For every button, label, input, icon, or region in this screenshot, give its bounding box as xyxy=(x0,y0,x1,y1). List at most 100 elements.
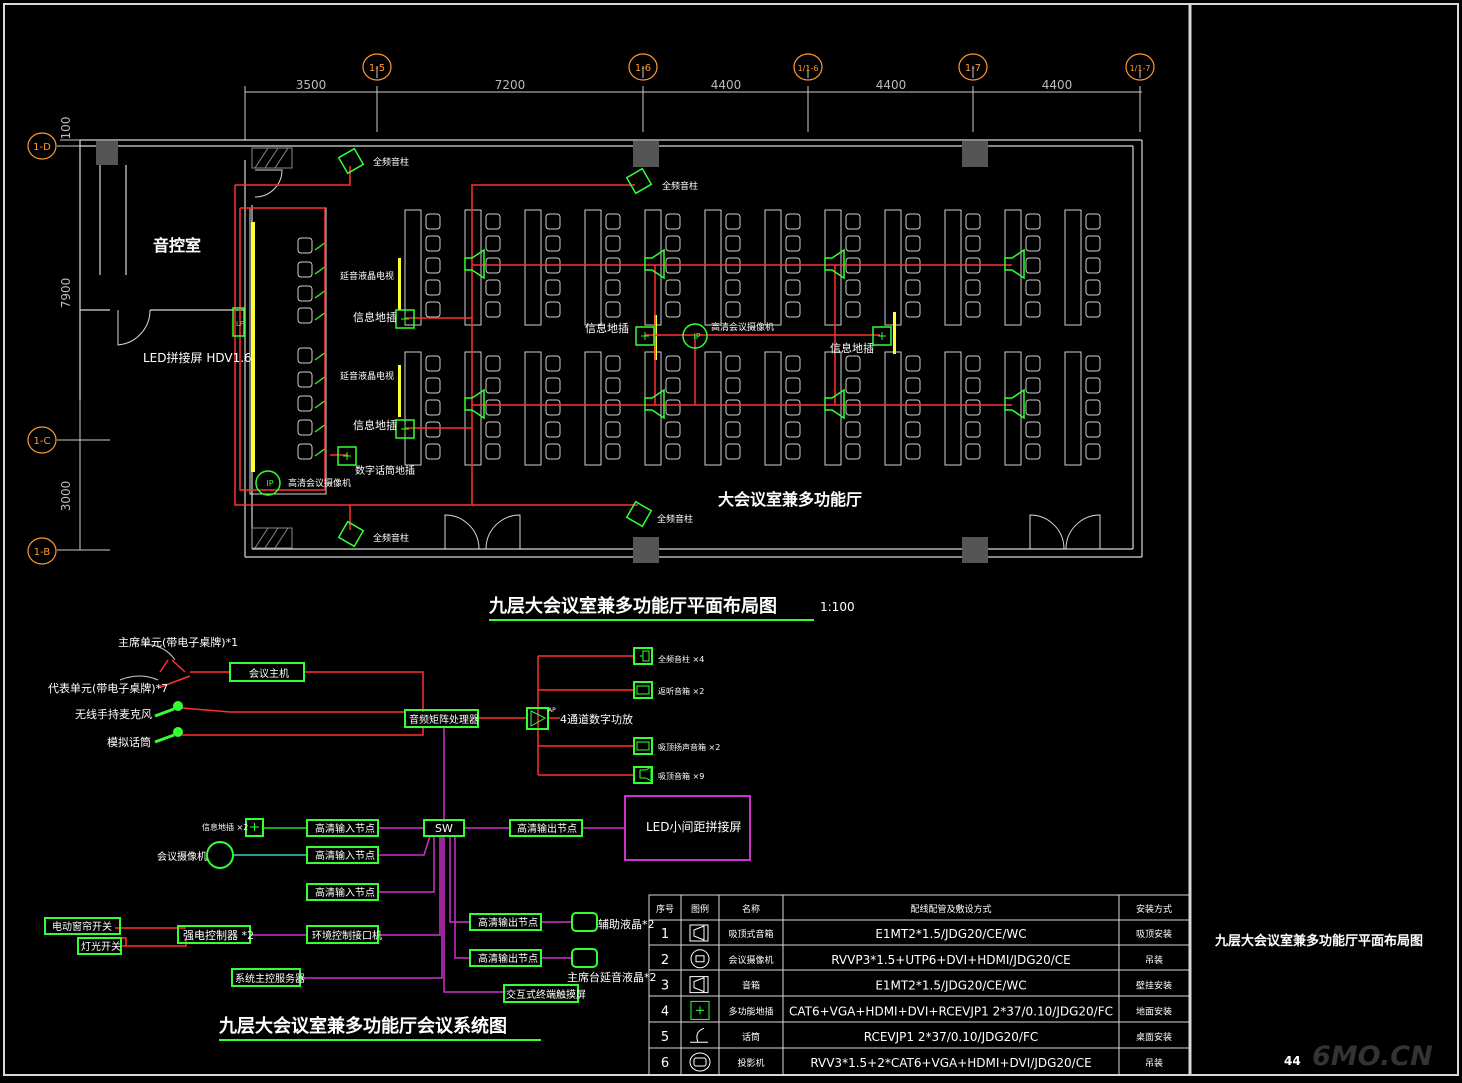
legend-install: 吸顶安装 xyxy=(1136,928,1172,940)
chair xyxy=(905,235,921,252)
chair xyxy=(605,355,621,372)
chair xyxy=(605,279,621,296)
chair xyxy=(425,301,441,318)
chair xyxy=(965,279,981,296)
chair xyxy=(845,279,861,296)
chair xyxy=(425,399,441,416)
chair xyxy=(965,213,981,230)
chair xyxy=(605,443,621,460)
left-dimension-texts: 100 7900 3000 xyxy=(59,117,73,512)
desk-array xyxy=(404,209,1101,466)
legend-spec: RVVP3*1.5+UTP6+DVI+HDMI/JDG20/CE xyxy=(831,953,1071,967)
desk xyxy=(1064,209,1082,326)
legend-spec: E1MT2*1.5/JDG20/CE/WC xyxy=(875,979,1026,993)
dimension-lines xyxy=(57,66,1142,551)
chair xyxy=(1085,213,1101,230)
stage-seats xyxy=(297,237,327,460)
chair xyxy=(1085,235,1101,252)
chair xyxy=(965,301,981,318)
legend-name: 投影机 xyxy=(737,1057,764,1069)
chair xyxy=(1085,377,1101,394)
microphone-icon xyxy=(690,1027,708,1043)
chair xyxy=(845,421,861,438)
chair xyxy=(665,421,681,438)
chair xyxy=(725,235,741,252)
stage-seat xyxy=(297,261,313,278)
chair xyxy=(1085,443,1101,460)
chair xyxy=(485,213,501,230)
desk xyxy=(404,351,422,466)
chair xyxy=(425,443,441,460)
dim-left-1: 100 xyxy=(59,117,73,140)
led-screen-label: LED小间距拼接屏 xyxy=(646,819,742,834)
camera-glyph: IP xyxy=(266,479,273,488)
legend-install: 地面安装 xyxy=(1136,1005,1172,1017)
chair xyxy=(485,443,501,460)
stage-seat xyxy=(297,307,313,324)
chair xyxy=(845,355,861,372)
chair xyxy=(425,421,441,438)
lf-label: LF xyxy=(236,320,244,328)
stage-platform xyxy=(249,207,327,495)
dim-top-3: 4400 xyxy=(711,78,742,92)
chair xyxy=(1025,279,1041,296)
room-main-label: 大会议室兼多功能厅 xyxy=(718,490,862,509)
chair xyxy=(965,355,981,372)
light-label: 灯光开关 xyxy=(81,940,121,953)
out-label-1: 全频音柱 ×4 xyxy=(658,654,704,664)
stage-seat xyxy=(297,419,313,436)
led-label: LED拼接屏 HDV1.6 xyxy=(143,350,252,365)
chair xyxy=(905,301,921,318)
watermark: 6MO.CN xyxy=(1312,1041,1433,1072)
axis-bubbles xyxy=(27,53,1155,565)
desk xyxy=(644,209,662,326)
chair xyxy=(1025,257,1041,274)
desk xyxy=(524,209,542,326)
chair xyxy=(785,235,801,252)
chair xyxy=(1025,213,1041,230)
floor-box-label-2: 信息地插 xyxy=(353,418,397,432)
chair xyxy=(965,399,981,416)
chair xyxy=(1085,355,1101,372)
camera-label-2: 高清会议摄像机 xyxy=(288,477,351,489)
chair xyxy=(425,377,441,394)
legend-name: 吸顶式音箱 xyxy=(728,928,773,940)
lcd-aux-label: 辅助液晶*2 xyxy=(598,917,655,931)
chair xyxy=(725,421,741,438)
axis-top-5: 1/1-7 xyxy=(1130,64,1151,73)
chair xyxy=(725,301,741,318)
desk xyxy=(644,351,662,466)
chair xyxy=(905,421,921,438)
chair xyxy=(845,443,861,460)
chair xyxy=(1025,399,1041,416)
chair xyxy=(845,235,861,252)
chair xyxy=(725,377,741,394)
legend-spec: CAT6+VGA+HDMI+DVI+RCEVJP1 2*37/0.10/JDG2… xyxy=(789,1004,1113,1018)
stage-seat xyxy=(297,347,313,364)
out-label-3: 吸顶扬声音箱 ×2 xyxy=(658,742,720,752)
speaker-label-1: 全频音柱 xyxy=(373,156,409,168)
dim-top-5: 4400 xyxy=(1042,78,1073,92)
desk xyxy=(584,209,602,326)
chair xyxy=(785,421,801,438)
plan-title: 九层大会议室兼多功能厅平面布局图 xyxy=(488,595,777,617)
digital-floor-label: 数字话筒地插 xyxy=(355,464,415,477)
legend-no: 3 xyxy=(661,979,669,994)
chair xyxy=(905,213,921,230)
chair xyxy=(665,355,681,372)
legend-no: 5 xyxy=(661,1030,669,1045)
chair xyxy=(545,213,561,230)
system-labels: 主席单元(带电子桌牌)*1 代表单元(带电子桌牌)*7 无线手持麦克风 模拟话筒… xyxy=(48,635,742,1037)
chair xyxy=(485,301,501,318)
chair xyxy=(785,399,801,416)
floor-box-crosses xyxy=(343,315,886,460)
desk xyxy=(404,209,422,326)
desk xyxy=(824,209,842,326)
legend-install: 吊装 xyxy=(1145,1057,1163,1069)
legend-table: 序号 图例 名称 配线配管及敷设方式 安装方式 1 吸顶式音箱 E1MT2*1.5/JDG20… xyxy=(656,903,1172,1072)
chair xyxy=(785,279,801,296)
stage-seat xyxy=(297,237,313,254)
legend-name: 多功能地插 xyxy=(728,1005,773,1017)
stage-seat xyxy=(297,371,313,388)
speaker-column-icon xyxy=(337,520,365,548)
